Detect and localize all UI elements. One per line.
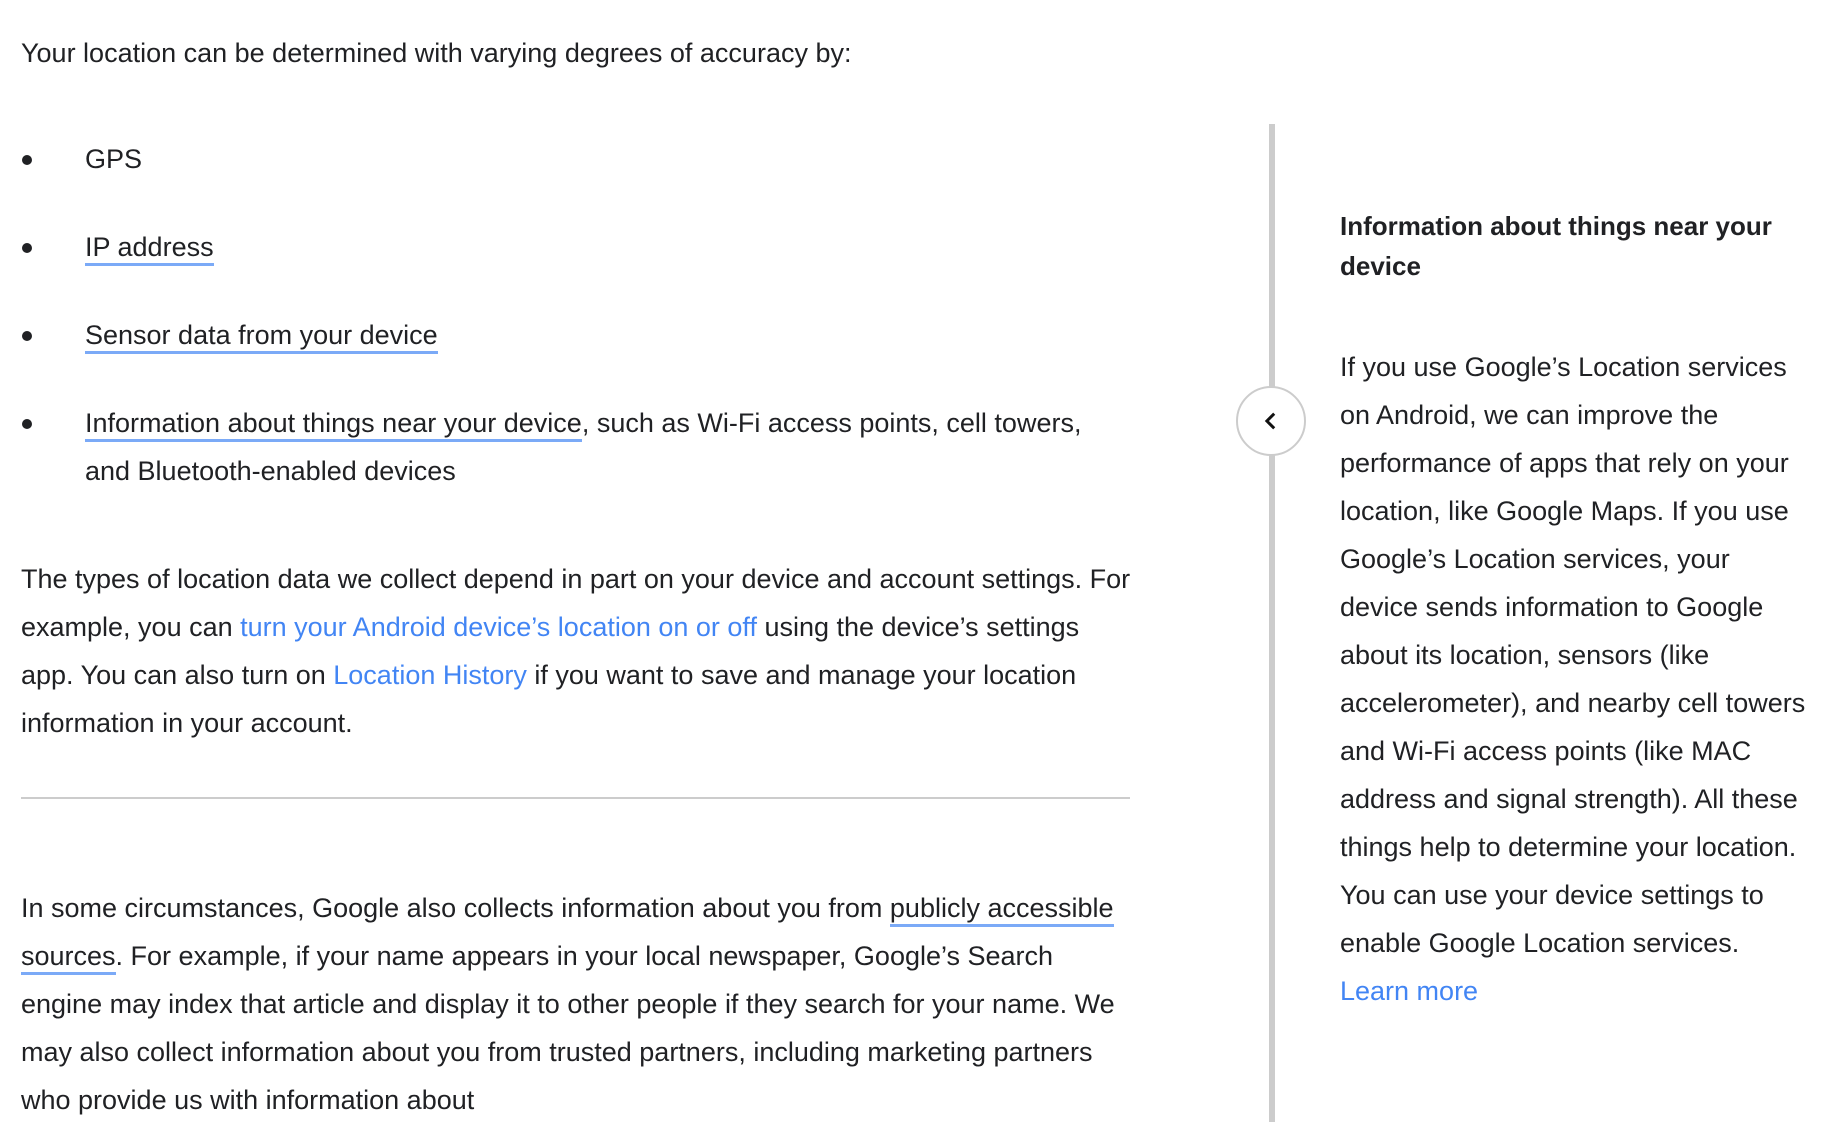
side-panel-body: If you use Google’s Location services on… — [1340, 343, 1810, 1015]
nearby-things-link[interactable]: Information about things near your devic… — [85, 408, 582, 442]
list-item-text: GPS — [85, 144, 143, 174]
chevron-left-icon — [1264, 412, 1276, 430]
bullet-icon — [22, 331, 32, 341]
public-sources-paragraph: In some circumstances, Google also colle… — [21, 884, 1131, 1124]
paragraph-text: . For example, if your name appears in y… — [21, 941, 1115, 1115]
list-item-gps: GPS — [21, 135, 1131, 183]
list-item-sensor-data: Sensor data from your device — [21, 311, 1131, 359]
list-item-nearby-things: Information about things near your devic… — [21, 399, 1131, 495]
location-methods-list: GPS IP address Sensor data from your dev… — [21, 135, 1131, 535]
location-settings-paragraph: The types of location data we collect de… — [21, 555, 1131, 747]
list-item-ip-address: IP address — [21, 223, 1131, 271]
location-history-link[interactable]: Location History — [333, 660, 527, 690]
bullet-icon — [22, 155, 32, 165]
section-divider — [21, 797, 1130, 799]
paragraph-text: In some circumstances, Google also colle… — [21, 893, 890, 923]
android-location-toggle-link[interactable]: turn your Android device’s location on o… — [240, 612, 757, 642]
bullet-icon — [22, 243, 32, 253]
side-panel-rule — [1269, 124, 1275, 1122]
side-panel-text: If you use Google’s Location services on… — [1340, 352, 1806, 958]
learn-more-link[interactable]: Learn more — [1340, 976, 1478, 1006]
sensor-data-link[interactable]: Sensor data from your device — [85, 320, 438, 354]
bullet-icon — [22, 419, 32, 429]
ip-address-link[interactable]: IP address — [85, 232, 214, 266]
intro-text: Your location can be determined with var… — [21, 38, 852, 68]
side-panel-title: Information about things near your devic… — [1340, 211, 1772, 281]
collapse-side-panel-button[interactable] — [1236, 386, 1306, 456]
